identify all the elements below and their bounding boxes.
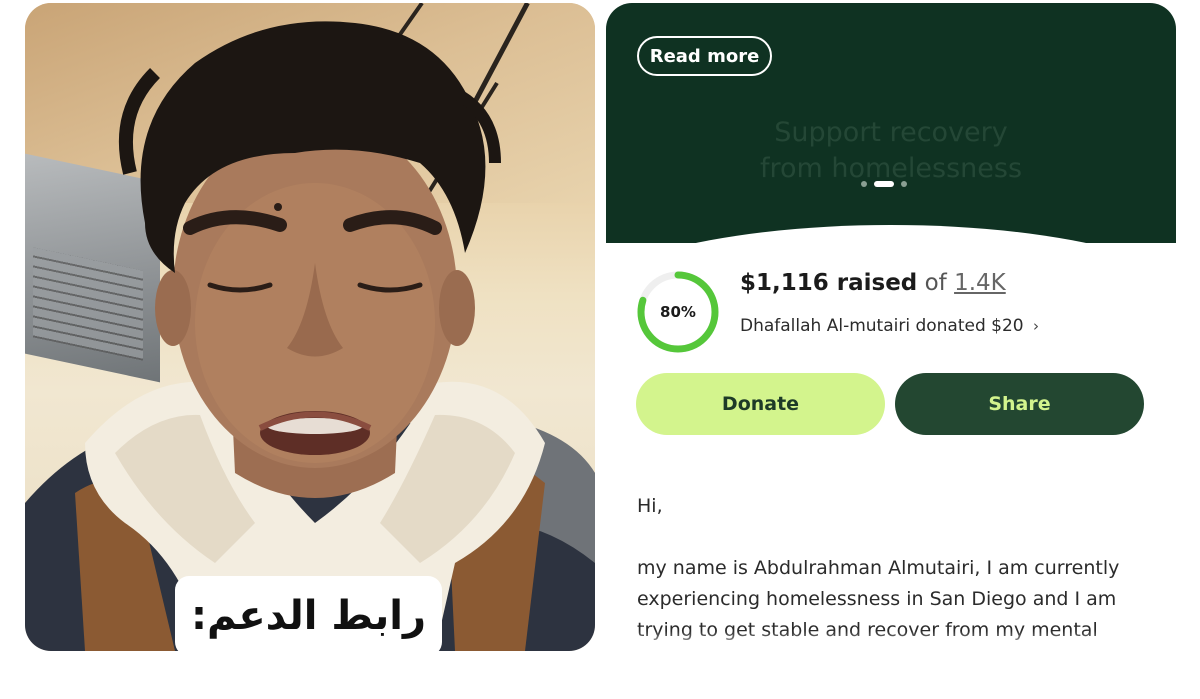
carousel-dot[interactable] [901,181,907,187]
share-button[interactable]: Share [895,373,1144,435]
hero-banner: Read more Support recovery from homeless… [606,3,1176,243]
carousel-dot-active[interactable] [874,181,894,187]
of-label: of [924,270,947,296]
recent-donation[interactable]: Dhafallah Al-mutairi donated $20 › [740,316,1039,336]
raised-amount: $1,116 raised [740,270,918,296]
carousel-indicator[interactable] [861,181,907,187]
progress-percent: 80% [660,303,696,321]
hero-faded-text: Support recovery from homelessness [759,117,1023,184]
story-fade [606,631,1176,651]
chevron-right-icon: › [1033,317,1040,335]
story-text: Hi, my name is Abdulrahman Almutairi, I … [637,491,1137,651]
caption-box: رابط الدعم: [175,576,442,651]
recent-donation-text: Dhafallah Al-mutairi donated $20 [740,316,1024,336]
person-illustration [25,21,595,651]
donate-button[interactable]: Donate [636,373,885,435]
goal-amount[interactable]: 1.4K [954,270,1006,296]
caption-text: رابط الدعم: [190,593,427,639]
story-greeting: Hi, [637,495,663,517]
raised-summary: $1,116 raised of 1.4K [740,270,1006,296]
video-frame[interactable]: رابط الدعم: [25,3,595,651]
fundraiser-panel: Read more Support recovery from homeless… [606,3,1176,651]
carousel-dot[interactable] [861,181,867,187]
read-more-button[interactable]: Read more [637,36,772,76]
